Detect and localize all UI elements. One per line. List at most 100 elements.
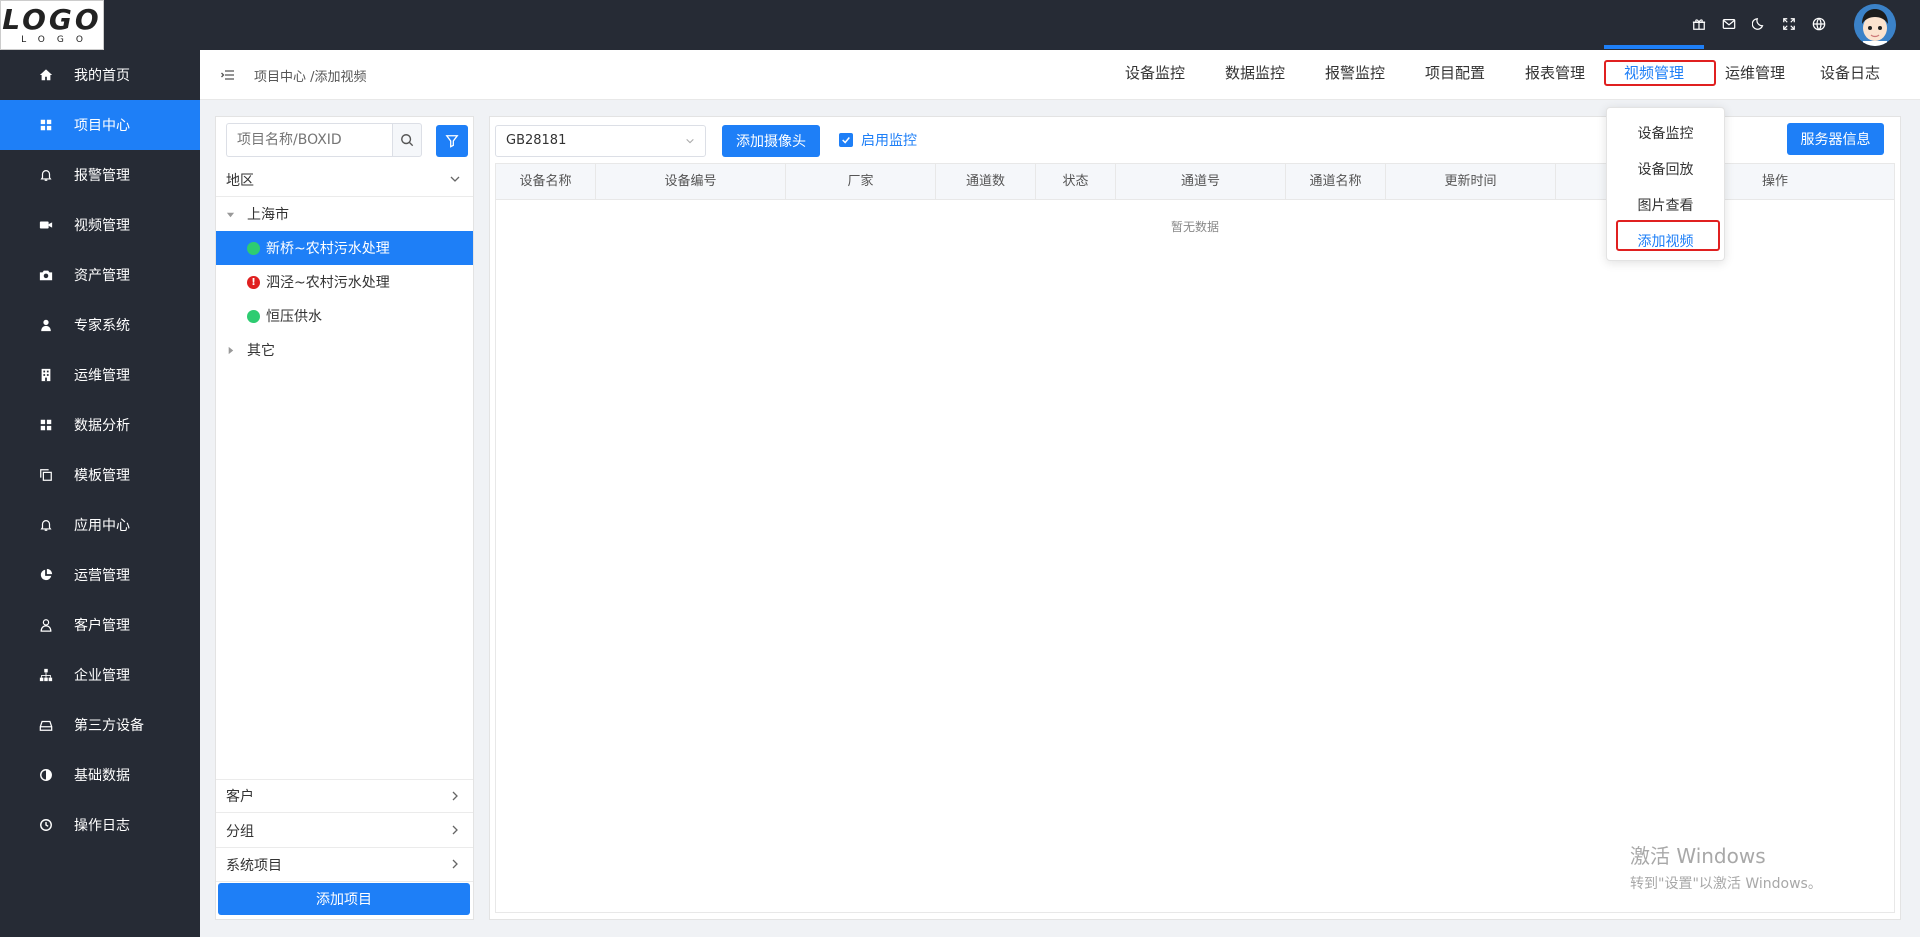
nav-tab[interactable]: 设备监控 — [1120, 50, 1190, 100]
group-section-header[interactable]: 分组 — [216, 814, 473, 848]
add-project-button[interactable]: 添加项目 — [218, 883, 470, 915]
dropdown-item[interactable]: 设备回放 — [1607, 152, 1724, 188]
column-header[interactable]: 通道数 — [936, 164, 1036, 200]
sidebar-item-label: 应用中心 — [74, 518, 130, 534]
sidebar-item[interactable]: 我的首页 — [0, 50, 200, 100]
tree-project-item[interactable]: 恒压供水 — [216, 299, 473, 333]
logo[interactable]: LOGO LOGO — [0, 0, 104, 50]
filter-icon — [445, 135, 459, 148]
sidebar-item-label: 第三方设备 — [74, 718, 144, 734]
org-icon — [38, 667, 54, 683]
filter-button[interactable] — [436, 125, 468, 157]
avatar[interactable] — [1854, 4, 1896, 46]
column-header[interactable]: 通道名称 — [1286, 164, 1386, 200]
column-header[interactable]: 状态 — [1036, 164, 1116, 200]
tree-project-label: 泗泾~农村污水处理 — [266, 275, 390, 291]
project-panel: 地区 上海市 新桥~农村污水处理 ! 泗泾~农村污水处理 恒压供水 其它 客户 … — [215, 116, 474, 920]
sidebar-item[interactable]: 资产管理 — [0, 250, 200, 300]
status-ok-icon — [247, 241, 260, 255]
tree-city-label: 上海市 — [247, 207, 289, 223]
sidebar-item[interactable]: 企业管理 — [0, 650, 200, 700]
tree-project-item[interactable]: ! 泗泾~农村污水处理 — [216, 265, 473, 299]
highlight-box-dropdown — [1616, 220, 1720, 251]
contrast-icon — [38, 767, 54, 783]
video-icon — [38, 217, 54, 233]
bell-icon — [38, 167, 54, 183]
sidebar-item[interactable]: 第三方设备 — [0, 700, 200, 750]
sidebar-item[interactable]: 客户管理 — [0, 600, 200, 650]
column-header[interactable]: 更新时间 — [1386, 164, 1556, 200]
enable-monitor-checkbox[interactable]: 启用监控 — [839, 130, 917, 150]
caret-down-icon — [226, 212, 235, 217]
tree-project-item[interactable]: 新桥~农村污水处理 — [216, 231, 473, 265]
tree-other-label: 其它 — [247, 343, 275, 359]
clock-icon — [38, 817, 54, 833]
grid-icon — [38, 117, 54, 133]
protocol-select-value: GB28181 — [506, 133, 567, 148]
grid-icon — [38, 417, 54, 433]
add-camera-button[interactable]: 添加摄像头 — [722, 125, 820, 157]
fullscreen-icon[interactable] — [1780, 15, 1798, 33]
sidebar-item[interactable]: 专家系统 — [0, 300, 200, 350]
search-icon — [401, 134, 414, 147]
gift-icon[interactable] — [1690, 15, 1708, 33]
top-icons — [1690, 15, 1828, 33]
nav-tab[interactable]: 项目配置 — [1420, 50, 1490, 100]
sidebar-item[interactable]: 操作日志 — [0, 800, 200, 850]
globe-icon[interactable] — [1810, 15, 1828, 33]
protocol-select[interactable]: GB28181 — [495, 125, 706, 157]
status-ok-icon — [247, 309, 260, 323]
sidebar-item[interactable]: 基础数据 — [0, 750, 200, 800]
nav-tab[interactable]: 设备日志 — [1800, 50, 1900, 100]
sidebar-item-label: 运维管理 — [74, 368, 130, 384]
sidebar-item[interactable]: 项目中心 — [0, 100, 200, 150]
activation-watermark: 激活 Windows 转到"设置"以激活 Windows。 — [1630, 840, 1822, 893]
column-header[interactable]: 设备名称 — [496, 164, 596, 200]
sidebar-item[interactable]: 应用中心 — [0, 500, 200, 550]
checkbox-checked-icon — [839, 133, 853, 147]
sidebar-item[interactable]: 运营管理 — [0, 550, 200, 600]
nav-tab[interactable]: 数据监控 — [1220, 50, 1290, 100]
breadcrumb: 项目中心 /添加视频 — [254, 70, 367, 85]
person-icon — [38, 617, 54, 633]
nav-tab[interactable]: 运维管理 — [1720, 50, 1790, 100]
sidebar-item[interactable]: 报警管理 — [0, 150, 200, 200]
customer-section-header[interactable]: 客户 — [216, 779, 473, 813]
sidebar-item-label: 客户管理 — [74, 618, 130, 634]
region-section-header[interactable]: 地区 — [216, 163, 473, 197]
mail-icon[interactable] — [1720, 15, 1738, 33]
sidebar: 我的首页 项目中心 报警管理 视频管理 资产管理 专家系统运维管理数据分析模板管理应用中心… — [0, 50, 200, 937]
menu-toggle-icon[interactable] — [220, 67, 236, 83]
tree-project-label: 新桥~农村污水处理 — [266, 241, 390, 257]
sidebar-item[interactable]: 模板管理 — [0, 450, 200, 500]
chevron-down-icon — [686, 138, 694, 144]
column-header[interactable]: 设备编号 — [596, 164, 786, 200]
sidebar-item[interactable]: 数据分析 — [0, 400, 200, 450]
top-bar: LOGO LOGO — [0, 0, 1920, 50]
tree-other[interactable]: 其它 — [216, 333, 473, 367]
sidebar-item-label: 模板管理 — [74, 468, 130, 484]
sidebar-item[interactable]: 视频管理 — [0, 200, 200, 250]
search-input[interactable] — [226, 123, 392, 157]
tree-city[interactable]: 上海市 — [216, 197, 473, 231]
chevron-right-icon — [452, 825, 458, 835]
server-info-button[interactable]: 服务器信息 — [1787, 123, 1884, 155]
moon-icon[interactable] — [1750, 15, 1768, 33]
camera-icon — [38, 267, 54, 283]
home-icon — [38, 67, 54, 83]
search-button[interactable] — [392, 123, 422, 157]
column-header[interactable]: 通道号 — [1116, 164, 1286, 200]
dropdown-item[interactable]: 图片查看 — [1607, 188, 1724, 224]
dropdown-item[interactable]: 设备监控 — [1607, 116, 1724, 152]
sidebar-item-label: 操作日志 — [74, 818, 130, 834]
nav-tab[interactable]: 报警监控 — [1320, 50, 1390, 100]
nav-tab[interactable]: 报表管理 — [1520, 50, 1590, 100]
system-project-section-header[interactable]: 系统项目 — [216, 848, 473, 882]
user-icon — [38, 317, 54, 333]
sidebar-item[interactable]: 运维管理 — [0, 350, 200, 400]
logo-main-text: LOGO — [2, 3, 102, 36]
column-header[interactable]: 厂家 — [786, 164, 936, 200]
enable-monitor-label: 启用监控 — [861, 133, 917, 149]
building-icon — [38, 367, 54, 383]
section-label: 分组 — [226, 823, 254, 840]
